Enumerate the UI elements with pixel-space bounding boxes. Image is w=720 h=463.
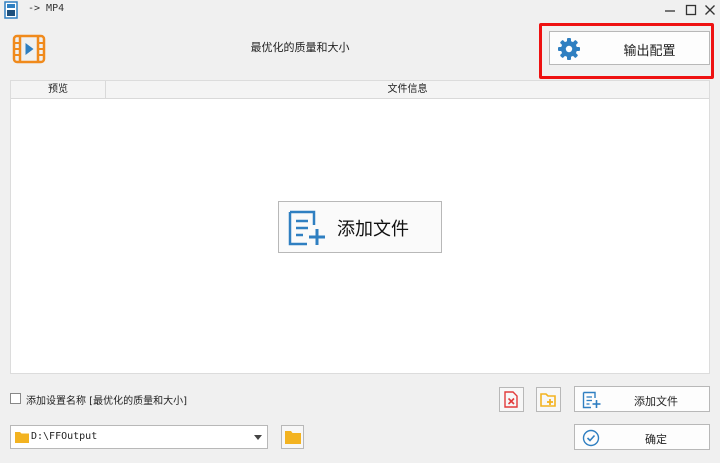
add-file-label: 添加文件 xyxy=(634,395,678,408)
window-title: -> MP4 xyxy=(28,3,65,14)
output-path-select[interactable]: D:\FFOutput xyxy=(10,425,268,449)
close-icon[interactable] xyxy=(702,2,718,18)
column-header-preview[interactable]: 预览 xyxy=(11,81,106,99)
add-file-center-label: 添加文件 xyxy=(337,219,409,240)
folder-icon xyxy=(285,431,301,444)
file-table[interactable]: 预览 文件信息 添加文件 xyxy=(10,80,710,374)
app-icon xyxy=(4,1,18,19)
title-bar: -> MP4 xyxy=(0,0,720,20)
ok-button[interactable]: 确定 xyxy=(574,424,710,450)
add-file-icon xyxy=(582,391,601,409)
minimize-icon[interactable] xyxy=(662,2,678,18)
clear-list-button[interactable] xyxy=(499,387,524,412)
add-folder-icon xyxy=(540,393,556,407)
header: 最优化的质量和大小 输出配置 xyxy=(0,20,720,80)
output-config-button[interactable]: 输出配置 xyxy=(549,31,710,65)
save-preset-label[interactable]: 添加设置名称 [最优化的质量和大小] xyxy=(26,392,187,407)
add-file-icon xyxy=(288,210,325,246)
video-logo-icon xyxy=(12,34,46,64)
add-folder-button[interactable] xyxy=(536,387,561,412)
save-preset-checkbox[interactable] xyxy=(10,393,21,404)
clear-list-icon xyxy=(504,391,518,408)
maximize-icon[interactable] xyxy=(683,2,699,18)
preset-name: 最优化的质量和大小 xyxy=(250,41,350,54)
add-file-center-button[interactable]: 添加文件 xyxy=(278,201,442,253)
check-circle-icon xyxy=(582,429,600,447)
chevron-down-icon xyxy=(254,435,262,440)
ok-label: 确定 xyxy=(645,433,667,446)
add-file-button[interactable]: 添加文件 xyxy=(574,386,710,412)
folder-icon xyxy=(15,432,29,443)
browse-folder-button[interactable] xyxy=(281,425,304,449)
output-path-value: D:\FFOutput xyxy=(31,431,98,442)
column-header-file-info[interactable]: 文件信息 xyxy=(106,81,709,99)
gear-icon xyxy=(558,38,580,60)
output-config-label: 输出配置 xyxy=(623,44,676,59)
